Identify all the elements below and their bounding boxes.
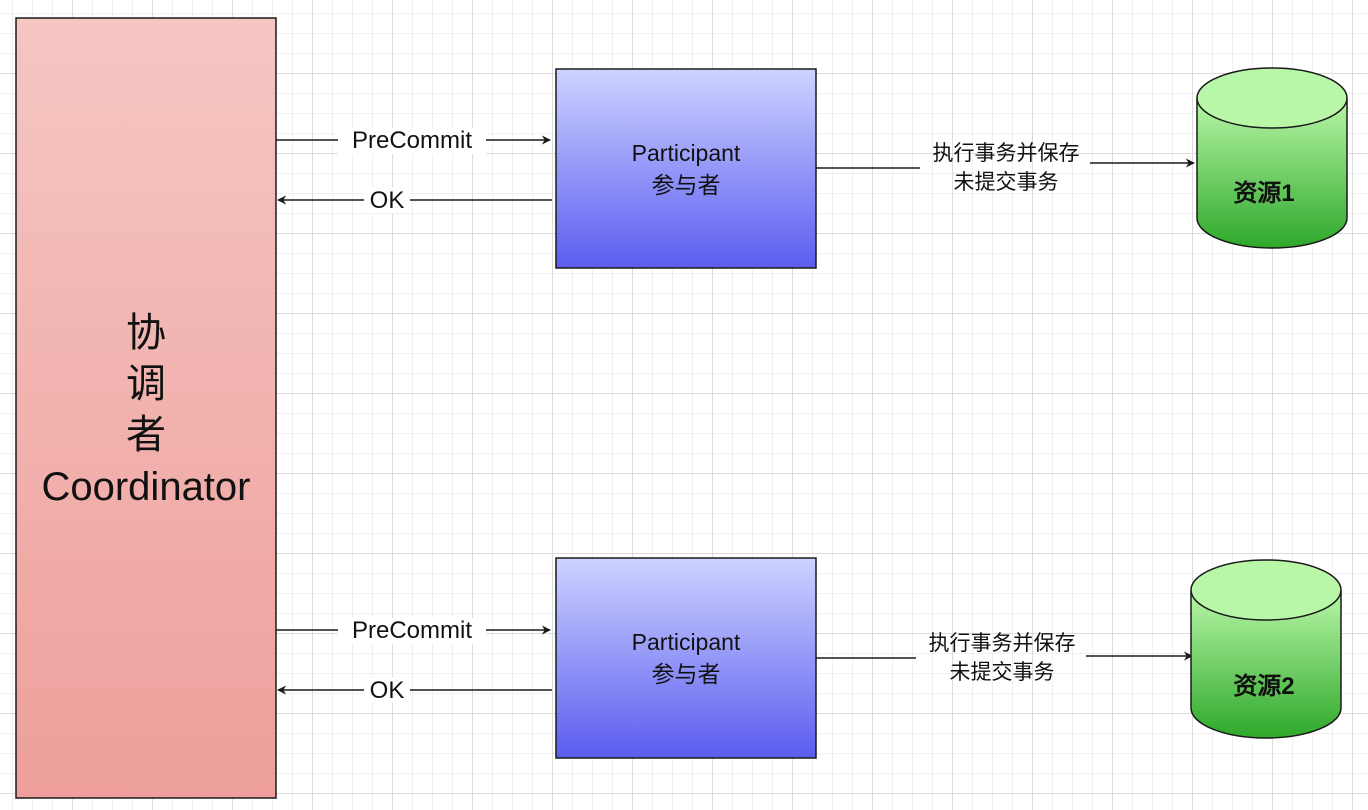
- action-label-2-line-1: 执行事务并保存: [929, 632, 1076, 655]
- action-label-1-line-2: 未提交事务: [954, 171, 1059, 194]
- precommit-label-1: PreCommit: [352, 127, 472, 154]
- ok-label-1: OK: [370, 187, 405, 214]
- precommit-label-2: PreCommit: [352, 617, 472, 644]
- action-label-2-line-2: 未提交事务: [950, 661, 1055, 684]
- ok-label-2: OK: [370, 677, 405, 704]
- resource-cylinder-2[interactable]: 资源2: [1190, 559, 1342, 739]
- participant-name-cn-1: 参与者: [652, 172, 721, 198]
- coordinator-label-line-1: 协: [126, 311, 166, 355]
- flow-2: PreCommit OK Participant 参与者 执行事务并保存 未提交…: [276, 557, 1342, 759]
- participant-node-2[interactable]: Participant 参与者: [555, 557, 817, 759]
- participant-name-1: Participant: [632, 140, 741, 166]
- flow-1: PreCommit OK Participant 参与者 执行事务并保存 未提交…: [276, 67, 1348, 269]
- coordinator-node[interactable]: 协 调 者 Coordinator: [15, 17, 277, 799]
- coordinator-label-line-4: Coordinator: [41, 465, 250, 509]
- participant-name-cn-2: 参与者: [652, 661, 721, 687]
- coordinator-label-line-3: 者: [126, 413, 166, 457]
- resource-label-1: 资源1: [1233, 180, 1294, 207]
- action-label-1-line-1: 执行事务并保存: [933, 142, 1080, 165]
- participant-name-2: Participant: [632, 629, 741, 655]
- resource-cylinder-1[interactable]: 资源1: [1196, 67, 1348, 249]
- participant-node-1[interactable]: Participant 参与者: [555, 68, 817, 269]
- diagram-canvas: 协 调 者 Coordinator PreCommit OK Participa…: [15, 17, 1348, 799]
- resource-label-2: 资源2: [1233, 673, 1294, 700]
- coordinator-label-line-2: 调: [126, 362, 166, 406]
